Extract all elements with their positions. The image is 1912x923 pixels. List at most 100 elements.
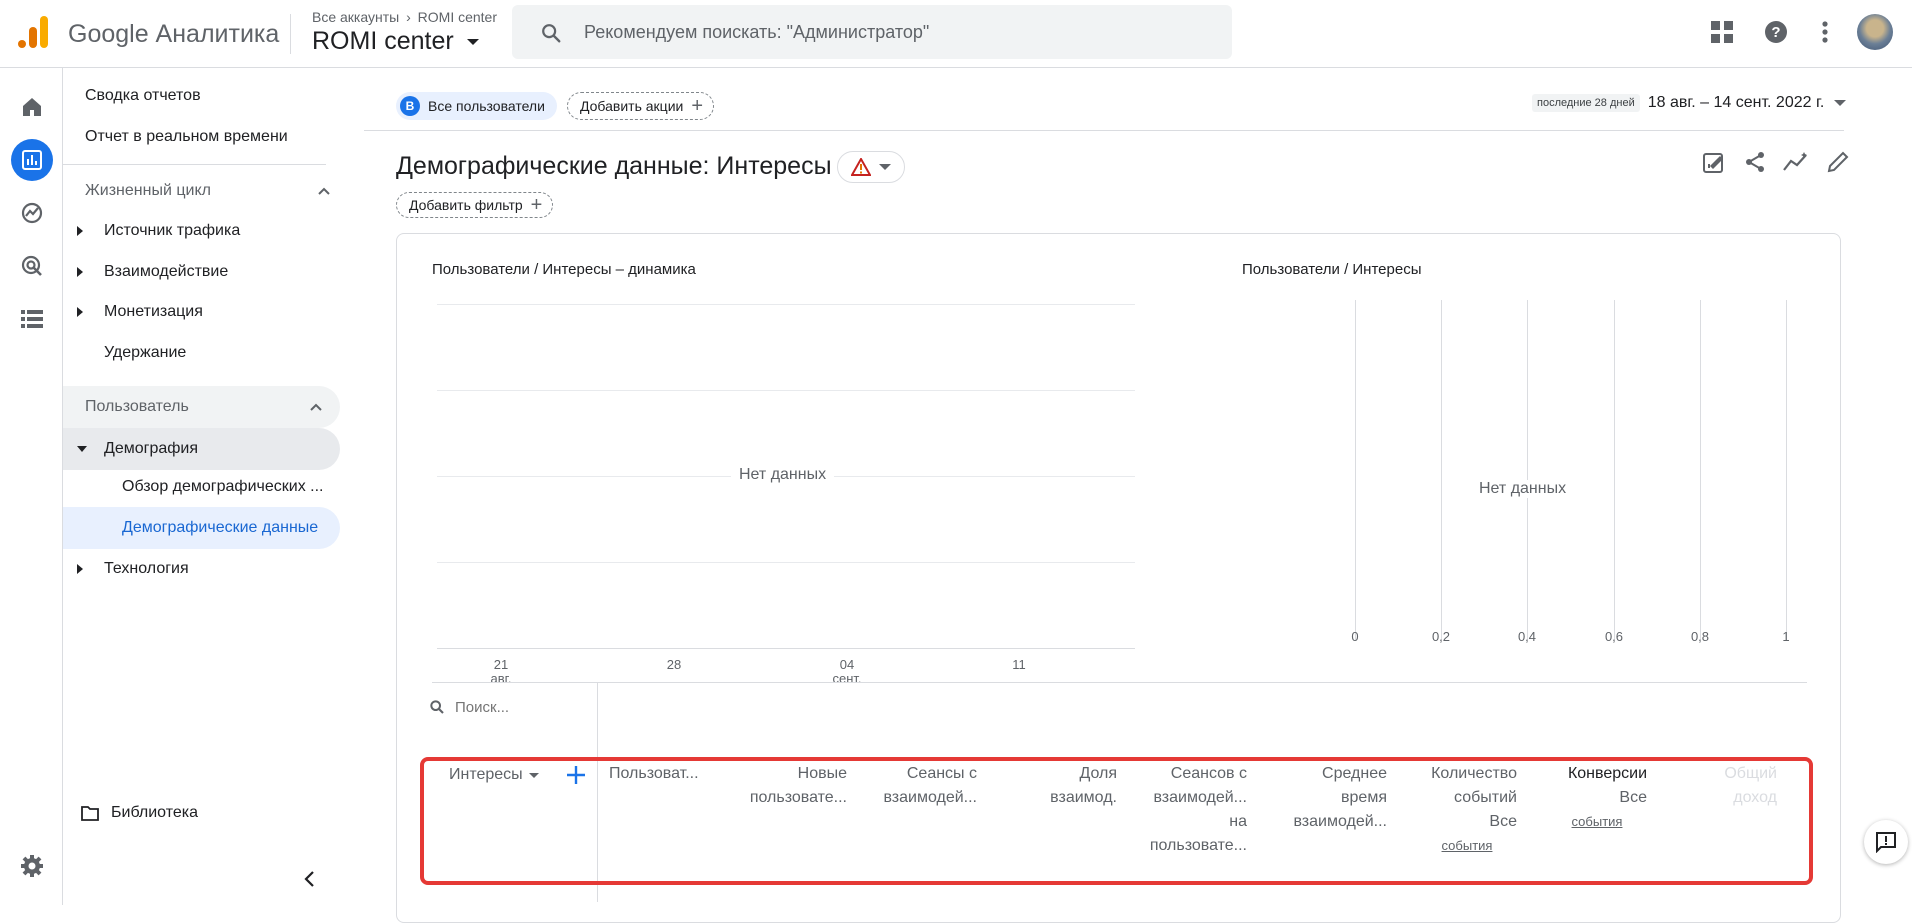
dropdown-arrow-icon: [879, 164, 891, 170]
gridline: [1355, 300, 1356, 640]
folder-icon: [81, 805, 99, 821]
warning-icon: [851, 158, 871, 176]
share-icon[interactable]: [1743, 150, 1769, 176]
app-header: Google Аналитика Все аккаунты › ROMI cen…: [0, 0, 1912, 68]
x-tick-label: 0,8: [1690, 629, 1710, 644]
edit-pencil-icon[interactable]: [1826, 150, 1852, 176]
page-title: Демографические данные: Интересы: [396, 152, 832, 180]
x-tick-label: 0,2: [1431, 629, 1451, 644]
nav-item-retention[interactable]: Удержание: [104, 333, 186, 373]
left-rail: [0, 68, 63, 905]
nav-item-demography[interactable]: Демография: [63, 428, 340, 470]
table-search[interactable]: [429, 693, 589, 721]
data-quality-warning-button[interactable]: [837, 151, 905, 183]
nav-report-summary[interactable]: Сводка отчетов: [85, 76, 201, 116]
gridline: [437, 562, 1135, 563]
gridline: [437, 390, 1135, 391]
nav-item-label: Технология: [104, 560, 189, 577]
search-icon: [430, 700, 444, 714]
toolbar-divider: [364, 130, 1844, 131]
dropdown-arrow-icon: [466, 39, 479, 46]
x-tick-label: 11: [1012, 657, 1026, 672]
help-icon[interactable]: ?: [1760, 16, 1792, 48]
header-divider: [290, 14, 291, 54]
gridline: [1441, 300, 1442, 640]
customize-report-icon[interactable]: [1702, 150, 1728, 176]
product-name: Google Аналитика: [68, 20, 280, 48]
nav-section-lifecycle-label: Жизненный цикл: [85, 182, 211, 199]
x-tick-label: 1: [1782, 629, 1790, 644]
search-input[interactable]: [584, 5, 1204, 59]
nav-item-label: Источник трафика: [104, 222, 241, 239]
x-tick-label: 28: [666, 657, 682, 672]
more-vert-icon[interactable]: [1809, 16, 1841, 48]
report-navigation: Сводка отчетов Отчет в реальном времени …: [63, 68, 353, 905]
plus-icon: +: [530, 193, 543, 216]
x-tick-label: 0,4: [1517, 629, 1537, 644]
add-filter-label: Добавить фильтр: [409, 197, 523, 213]
nav-item-demo-details[interactable]: Демографические данные: [63, 507, 340, 549]
line-chart-title: Пользователи / Интересы – динамика: [432, 261, 696, 278]
breadcrumb-root[interactable]: Все аккаунты: [312, 9, 399, 25]
gridline: [1614, 300, 1615, 640]
breadcrumb-leaf[interactable]: ROMI center: [418, 9, 497, 25]
add-filter-button[interactable]: Добавить фильтр +: [396, 192, 554, 218]
gridline: [1527, 300, 1528, 640]
segment-badge: В: [400, 96, 420, 116]
date-range: 18 авг. – 14 сент. 2022 г.: [1647, 94, 1825, 111]
configure-list-icon[interactable]: [11, 298, 53, 340]
bar-chart-no-data: Нет данных: [1471, 480, 1575, 498]
nav-item-monetization[interactable]: Монетизация: [63, 292, 326, 332]
nav-item-demo-overview[interactable]: Обзор демографических ...: [122, 467, 323, 507]
x-axis-line: [437, 648, 1135, 649]
expand-arrow-icon: [77, 267, 83, 277]
date-prefix: последние 28 дней: [1532, 94, 1640, 112]
account-breadcrumb[interactable]: Все аккаунты › ROMI center: [312, 9, 497, 25]
breadcrumb-chevron-icon: ›: [406, 9, 411, 25]
feedback-icon: [1876, 832, 1896, 853]
nav-item-engagement[interactable]: Взаимодействие: [63, 252, 326, 292]
home-icon[interactable]: [11, 86, 53, 128]
nav-realtime[interactable]: Отчет в реальном времени: [85, 117, 288, 157]
nav-section-user[interactable]: Пользователь: [63, 386, 340, 428]
reports-icon[interactable]: [11, 139, 53, 181]
collapse-nav-chevron-icon[interactable]: [303, 870, 317, 888]
bar-chart-title: Пользователи / Интересы: [1242, 261, 1422, 278]
account-picker[interactable]: ROMI center: [312, 27, 479, 56]
explore-icon[interactable]: [11, 192, 53, 234]
date-range-picker[interactable]: последние 28 дней 18 авг. – 14 сент. 202…: [1532, 94, 1847, 112]
chevron-up-icon: [318, 187, 330, 195]
line-chart-plot: Нет данных: [437, 304, 1135, 649]
settings-gear-icon[interactable]: [11, 845, 53, 887]
nav-library[interactable]: Библиотека: [81, 793, 198, 833]
segment-label: Все пользователи: [428, 98, 545, 114]
nav-item-traffic-source[interactable]: Источник трафика: [63, 211, 326, 251]
add-comparison-button[interactable]: Добавить акции +: [567, 92, 715, 120]
account-name: ROMI center: [312, 27, 454, 55]
search-bar[interactable]: [512, 5, 1232, 59]
advertising-icon[interactable]: [11, 245, 53, 287]
nav-section-lifecycle[interactable]: Жизненный цикл: [85, 171, 348, 211]
nav-item-label: Взаимодействие: [104, 263, 229, 280]
search-icon: [542, 24, 561, 43]
user-avatar[interactable]: [1857, 14, 1893, 50]
insights-icon[interactable]: [1782, 150, 1812, 176]
gridline: [1786, 300, 1787, 640]
table-search-input[interactable]: [455, 698, 575, 716]
svg-text:?: ?: [1771, 24, 1780, 41]
gridline: [437, 304, 1135, 305]
nav-item-technology[interactable]: Технология: [63, 549, 326, 589]
dropdown-arrow-icon: [1834, 100, 1847, 106]
segment-chip[interactable]: В Все пользователи: [396, 92, 557, 120]
add-comparison-label: Добавить акции: [580, 98, 684, 114]
nav-item-label: Монетизация: [104, 303, 203, 320]
table-divider: [432, 682, 1807, 683]
x-tick-label: 0,6: [1604, 629, 1624, 644]
collapse-arrow-icon: [77, 446, 87, 452]
nav-divider: [63, 164, 326, 165]
expand-arrow-icon: [77, 226, 83, 236]
feedback-button[interactable]: [1864, 820, 1908, 864]
analytics-logo-icon[interactable]: [18, 16, 48, 48]
chevron-up-icon: [310, 403, 322, 411]
apps-grid-icon[interactable]: [1706, 16, 1738, 48]
